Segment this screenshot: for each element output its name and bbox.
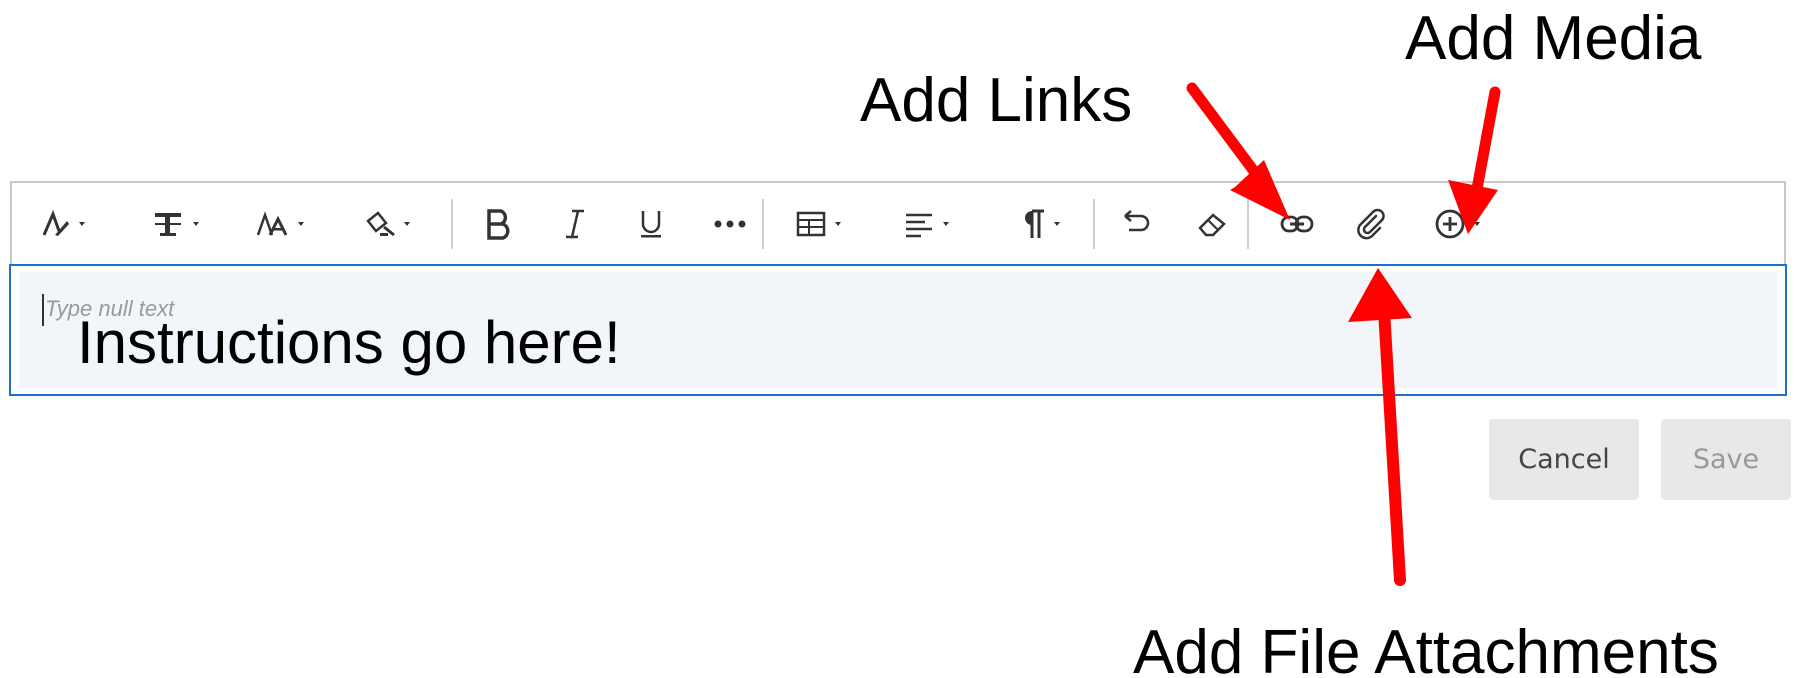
undo-button[interactable]: [1109, 199, 1165, 249]
table-icon: [795, 209, 827, 239]
eraser-button[interactable]: [1184, 199, 1240, 249]
annotation-add-links: Add Links: [860, 66, 1133, 135]
text-style-button[interactable]: [30, 199, 96, 249]
underline-button[interactable]: [626, 199, 676, 249]
font-size-icon: [256, 209, 290, 239]
align-button[interactable]: [890, 199, 962, 249]
chevron-down-icon: [193, 222, 199, 226]
cancel-button[interactable]: Cancel: [1489, 419, 1639, 500]
underline-icon: [638, 208, 664, 240]
align-icon: [903, 209, 935, 239]
font-family-icon: [151, 209, 185, 239]
chevron-down-icon: [943, 222, 949, 226]
editor-toolbar: [10, 181, 1786, 264]
annotation-add-media: Add Media: [1405, 4, 1702, 73]
insert-link-button[interactable]: [1269, 199, 1325, 249]
toolbar-separator: [451, 199, 453, 249]
save-button[interactable]: Save: [1661, 419, 1791, 500]
table-button[interactable]: [782, 199, 854, 249]
more-button[interactable]: [702, 199, 758, 249]
rich-text-editor[interactable]: Instructions go here!: [9, 264, 1787, 396]
stage: Add Links Add Media Add File Attachments: [0, 0, 1796, 678]
chevron-down-icon: [1474, 222, 1480, 226]
attach-file-button[interactable]: [1344, 199, 1400, 249]
paragraph-icon: [1018, 208, 1046, 240]
font-family-button[interactable]: [140, 199, 210, 249]
toolbar-separator: [1247, 199, 1249, 249]
add-media-icon: [1434, 208, 1466, 240]
paragraph-button[interactable]: [1004, 199, 1074, 249]
link-icon: [1280, 213, 1314, 235]
chevron-down-icon: [835, 222, 841, 226]
chevron-down-icon: [1054, 222, 1060, 226]
more-icon: [713, 219, 747, 229]
italic-button[interactable]: [550, 199, 600, 249]
chevron-down-icon: [298, 222, 304, 226]
chevron-down-icon: [404, 222, 410, 226]
add-media-button[interactable]: [1422, 199, 1492, 249]
bold-icon: [484, 208, 514, 240]
text-color-button[interactable]: [349, 199, 423, 249]
text-color-icon: [362, 209, 396, 239]
editor-content-text: Instructions go here!: [77, 309, 621, 376]
text-cursor: [42, 294, 44, 326]
paperclip-icon: [1356, 208, 1388, 240]
eraser-icon: [1196, 210, 1228, 238]
undo-icon: [1121, 210, 1153, 238]
chevron-down-icon: [79, 222, 85, 226]
text-style-icon: [41, 209, 71, 239]
font-size-button[interactable]: [245, 199, 315, 249]
bold-button[interactable]: [474, 199, 524, 249]
toolbar-separator: [762, 199, 764, 249]
annotation-add-file-attachments: Add File Attachments: [1133, 618, 1719, 678]
italic-icon: [562, 208, 588, 240]
toolbar-separator: [1093, 199, 1095, 249]
